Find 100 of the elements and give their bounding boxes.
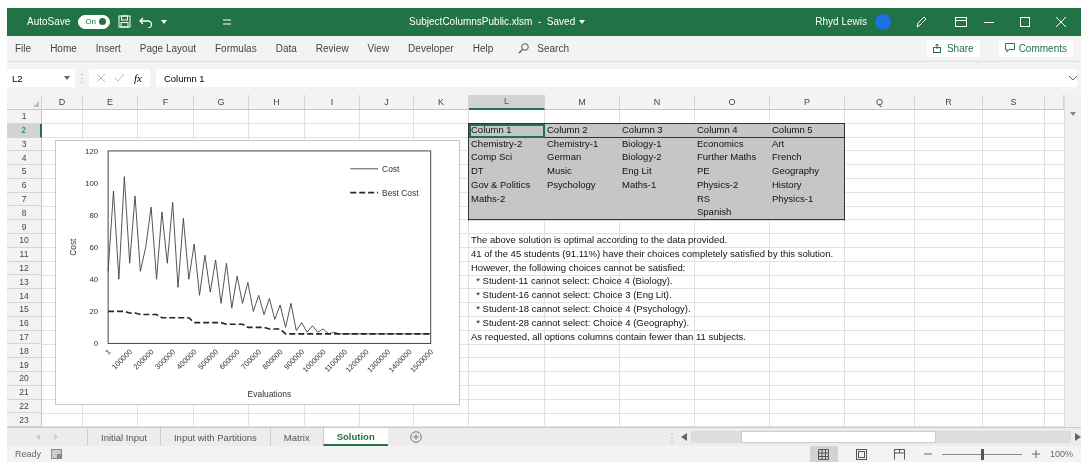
row-header[interactable]: 8 xyxy=(7,206,42,221)
ribbon-tab[interactable]: Formulas xyxy=(215,42,257,54)
save-icon[interactable] xyxy=(118,15,132,29)
formula-field[interactable]: Column 1 xyxy=(163,72,205,84)
ribbon-display-icon[interactable] xyxy=(955,16,967,27)
zoom-slider-thumb[interactable] xyxy=(980,448,984,460)
autosave-label: AutoSave xyxy=(27,16,71,28)
ribbon-tab[interactable]: Developer xyxy=(408,42,454,54)
scroll-left-icon[interactable] xyxy=(681,433,687,442)
table-header-cell-text: Column 2 xyxy=(546,123,589,137)
table-cell-text: Psychology xyxy=(546,178,597,192)
legend-item: Best Cost xyxy=(349,187,419,198)
ribbon-tab[interactable]: Home xyxy=(50,42,77,54)
insert-function-button[interactable]: fx xyxy=(134,72,142,85)
ribbon-tab[interactable]: Help xyxy=(472,42,494,54)
scroll-right-icon[interactable] xyxy=(1075,433,1081,442)
ribbon-tab[interactable]: View xyxy=(367,42,390,54)
row-header[interactable]: 9 xyxy=(7,220,42,235)
table-cell-text: History xyxy=(771,178,803,192)
note-text: * Student-16 cannot select: Choice 3 (Eng Lit). xyxy=(475,289,673,303)
table-header-cell: Column 1 xyxy=(469,123,545,138)
ribbon-tab[interactable]: Page Layout xyxy=(139,42,196,54)
table-cell-text: Geography xyxy=(771,165,820,179)
status-text: Ready xyxy=(15,449,41,459)
table-header-cell-text: Column 5 xyxy=(771,123,814,137)
table-cell-text: Maths-2 xyxy=(470,192,507,206)
row-header[interactable]: 19 xyxy=(7,358,42,373)
maximize-icon[interactable] xyxy=(1020,16,1030,27)
x-axis-title: Evaluations xyxy=(247,388,292,399)
pen-icon[interactable] xyxy=(915,15,927,28)
horizontal-scrollbar[interactable] xyxy=(691,431,1071,444)
table-cell-text: Comp Sci xyxy=(470,151,514,165)
note-text: * Student-18 cannot select: Choice 4 (Psychology). xyxy=(475,303,692,317)
row-header[interactable]: 23 xyxy=(7,413,42,428)
y-tick-label: 60 xyxy=(89,243,99,253)
row-header[interactable]: 4 xyxy=(7,151,42,166)
search-icon[interactable] xyxy=(518,42,530,54)
zoom-in-icon[interactable] xyxy=(1031,450,1040,458)
table-cell-text: PE xyxy=(696,165,711,179)
table-header-cell-text: Column 4 xyxy=(696,123,739,137)
note-text: 41 of the 45 students (91.11%) have their choices completely satisfied by this solution. xyxy=(470,247,835,261)
row-header[interactable]: 5 xyxy=(7,165,42,179)
caret-icon[interactable] xyxy=(64,76,70,81)
name-box[interactable]: L2 xyxy=(7,69,75,88)
table-cell-text: RS xyxy=(696,192,712,206)
table-cell-text: Eng Lit xyxy=(621,165,653,179)
row-header[interactable]: 20 xyxy=(7,372,42,386)
row-header[interactable]: 13 xyxy=(7,275,42,290)
page-break-icon xyxy=(894,448,906,460)
table-cell-text: Gov & Politics xyxy=(470,178,532,192)
autosave-toggle[interactable]: On xyxy=(78,14,111,29)
undo-icon[interactable] xyxy=(139,15,154,29)
user-name: Rhyd Lewis xyxy=(815,16,867,28)
note-text: * Student-11 cannot select: Choice 4 (Biology). xyxy=(475,275,674,289)
table-cell-text: Biology-2 xyxy=(621,151,663,165)
y-tick-label: 100 xyxy=(85,178,99,188)
table-cell-text: Spanish xyxy=(696,206,733,220)
table-cell-text: Art xyxy=(771,137,786,151)
y-tick-label: 120 xyxy=(85,146,99,156)
customize-icon[interactable] xyxy=(223,18,232,25)
comment-icon[interactable] xyxy=(1004,43,1015,54)
y-axis-title: Cost xyxy=(68,238,79,256)
row-header[interactable]: 18 xyxy=(7,344,42,359)
scroll-down-icon[interactable] xyxy=(1070,111,1076,116)
row-header[interactable]: 10 xyxy=(7,234,42,248)
share-icon[interactable] xyxy=(932,43,943,54)
caret-icon[interactable] xyxy=(161,19,168,24)
page-icon xyxy=(856,448,868,460)
close-icon[interactable] xyxy=(1056,16,1066,27)
grid-icon xyxy=(818,448,830,460)
ribbon-tab[interactable]: Data xyxy=(275,42,297,54)
table-cell-text: Biology-1 xyxy=(621,137,663,151)
table-header-cell-text: Column 3 xyxy=(621,123,664,137)
comments-button[interactable]: Comments xyxy=(998,39,1073,57)
view-button[interactable] xyxy=(809,446,838,462)
table-cell-text: Physics-1 xyxy=(771,192,815,206)
caret-icon[interactable] xyxy=(579,19,586,24)
row-header[interactable]: 14 xyxy=(7,289,42,304)
sheet-tab[interactable]: Solution xyxy=(322,428,388,446)
legend-item: Cost xyxy=(349,163,400,174)
table-cell-text: Economics xyxy=(696,137,745,151)
note-text: As requested, all options columns contain fewer than 11 subjects. xyxy=(470,330,747,344)
y-tick-label: 80 xyxy=(89,211,99,220)
add-sheet-icon[interactable] xyxy=(409,431,422,444)
legend-label: Cost xyxy=(382,163,401,174)
search-field[interactable]: Search xyxy=(537,42,569,54)
share-button[interactable]: Share xyxy=(926,39,980,57)
vertical-scrollbar[interactable] xyxy=(1064,94,1081,428)
ribbon-tab[interactable]: Insert xyxy=(95,42,121,54)
ribbon-tab[interactable]: Review xyxy=(315,42,349,54)
expand-icon[interactable] xyxy=(1069,75,1077,81)
table-cell-text: French xyxy=(771,151,803,165)
y-tick-label: 0 xyxy=(93,339,99,349)
zoom-level[interactable]: 100% xyxy=(1049,449,1073,459)
row-header[interactable]: 15 xyxy=(7,303,42,317)
y-tick-label: 40 xyxy=(89,275,99,285)
table-cell-text: Physics-2 xyxy=(696,178,740,192)
note-text: The above solution is optimal according to the data provided. xyxy=(470,234,729,248)
ribbon-tab[interactable]: File xyxy=(15,42,32,54)
document-title: SubjectColumnsPublic.xlsm - Saved xyxy=(409,16,576,28)
